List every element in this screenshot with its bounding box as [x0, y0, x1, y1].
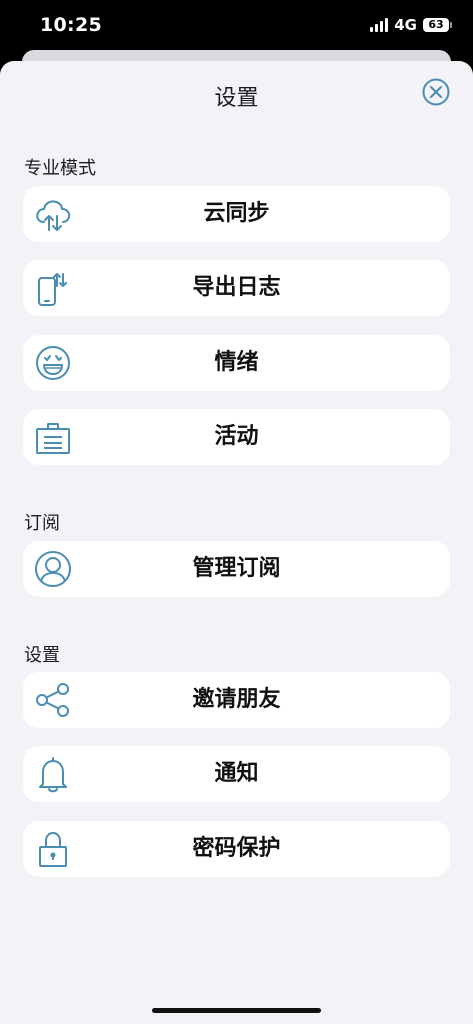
- status-bar: 10:25 4G 63: [0, 0, 473, 52]
- section-header-subscription: 订阅: [24, 513, 60, 534]
- close-button[interactable]: [421, 77, 451, 107]
- section-header-settings: 设置: [24, 645, 60, 666]
- status-time: 10:25: [40, 14, 102, 36]
- row-label: 密码保护: [192, 836, 281, 861]
- row-notifications[interactable]: 通知: [23, 746, 450, 802]
- close-icon: [422, 78, 450, 106]
- status-indicators: 4G 63: [370, 16, 452, 34]
- row-manage-subscription[interactable]: 管理订阅: [23, 541, 450, 597]
- section-header-pro: 专业模式: [24, 158, 96, 179]
- row-password-protection[interactable]: 密码保护: [23, 821, 450, 877]
- settings-sheet: 设置 专业模式 云同步 导出日志 情绪 活动 订阅 管理订阅 设置 邀请朋友 通…: [0, 61, 473, 1024]
- row-label: 活动: [214, 424, 259, 449]
- row-activity[interactable]: 活动: [23, 409, 450, 465]
- row-label: 邀请朋友: [192, 687, 281, 712]
- page-title: 设置: [214, 86, 259, 111]
- row-cloud-sync[interactable]: 云同步: [23, 186, 450, 242]
- battery-icon: 63: [423, 18, 452, 32]
- cellular-signal-icon: [370, 18, 389, 32]
- home-indicator[interactable]: [152, 1008, 321, 1013]
- row-label: 云同步: [203, 201, 270, 226]
- row-label: 通知: [214, 761, 259, 786]
- row-invite-friends[interactable]: 邀请朋友: [23, 672, 450, 728]
- screen: 10:25 4G 63 设置 专业模式 云同步 导出日志 情绪 活动 订阅 管理…: [0, 0, 473, 1024]
- row-label: 导出日志: [192, 275, 281, 300]
- row-label: 情绪: [214, 350, 259, 375]
- row-label: 管理订阅: [192, 556, 281, 581]
- row-mood[interactable]: 情绪: [23, 335, 450, 391]
- row-export-log[interactable]: 导出日志: [23, 260, 450, 316]
- network-type: 4G: [394, 16, 417, 34]
